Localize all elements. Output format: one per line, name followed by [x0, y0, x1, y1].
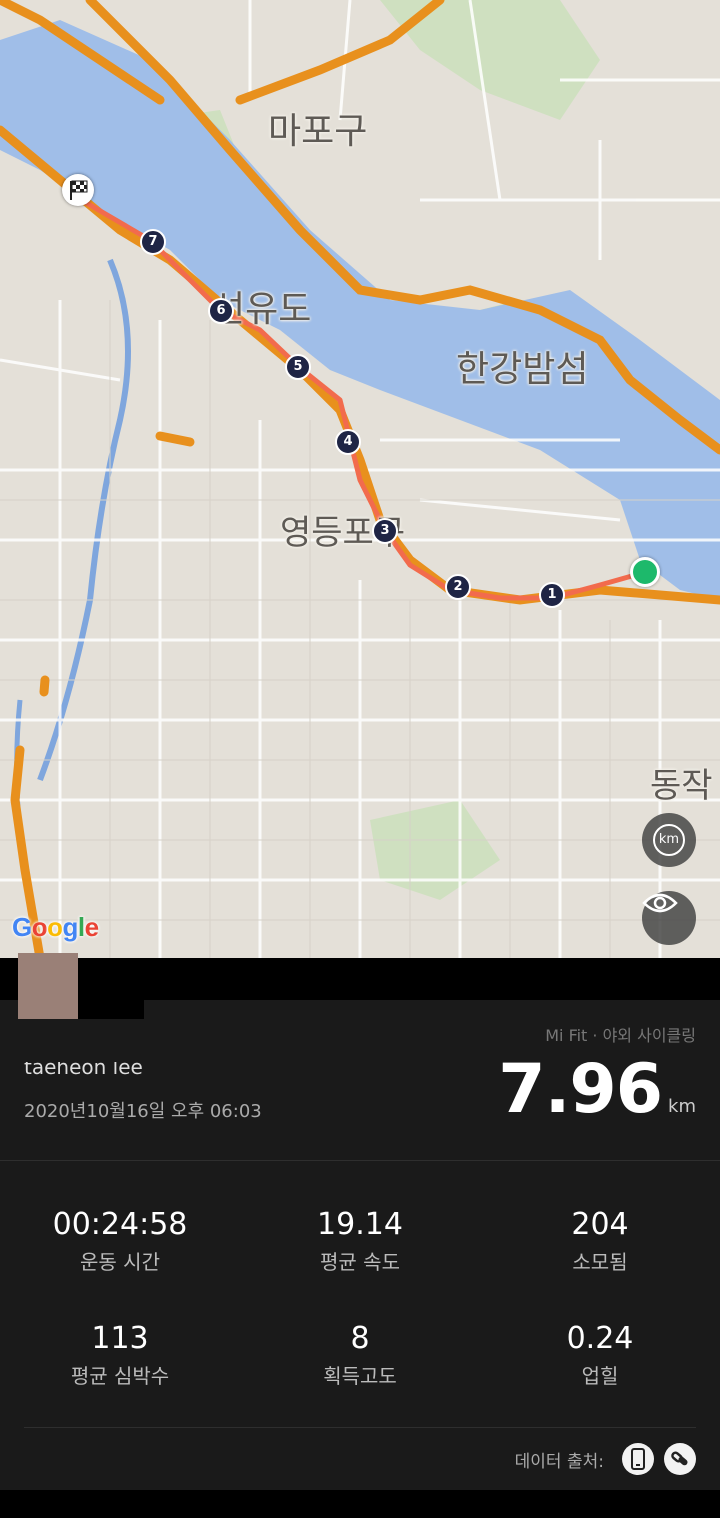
stat-value: 113	[91, 1321, 149, 1356]
eye-icon	[642, 893, 678, 913]
map-label-mapo: 마포구	[268, 111, 368, 152]
stat-avg-speed: 19.14 평균 속도	[240, 1207, 480, 1275]
stat-label: 소모됨	[572, 1250, 628, 1274]
view-toggle-button[interactable]	[642, 891, 696, 945]
stat-value: 19.14	[317, 1207, 403, 1242]
link-icon[interactable]	[664, 1443, 696, 1475]
map-view[interactable]: 마포구 선유도 한강밤섬 영등포구 동작 1 2 3 4 5 6 7 km Go…	[0, 0, 720, 958]
distance-unit: km	[668, 1096, 696, 1117]
activity-source: Mi Fit · 야외 사이클링	[545, 1026, 696, 1045]
stat-label: 업힐	[581, 1364, 619, 1388]
data-source-row: 데이터 출처:	[515, 1443, 696, 1475]
finish-flag-icon[interactable]	[62, 174, 94, 206]
route-marker-7[interactable]: 7	[140, 229, 166, 255]
route-marker-5[interactable]: 5	[285, 354, 311, 380]
route-marker-6[interactable]: 6	[208, 298, 234, 324]
map-label-hangang-bamseom: 한강밤섬	[456, 349, 589, 390]
divider	[0, 1160, 720, 1161]
stat-label: 획득고도	[323, 1364, 397, 1388]
km-icon: km	[653, 824, 685, 856]
stat-label: 평균 속도	[320, 1250, 400, 1274]
activity-datetime: 2020년10월16일 오후 06:03	[24, 1101, 262, 1122]
route-marker-3[interactable]: 3	[372, 518, 398, 544]
stat-elevation-gain: 8 획득고도	[240, 1321, 480, 1389]
stat-avg-heart-rate: 113 평균 심박수	[0, 1321, 240, 1389]
stat-value: 0.24	[566, 1321, 634, 1356]
stat-uphill: 0.24 업힐	[480, 1321, 720, 1389]
data-source-label: 데이터 출처:	[514, 1451, 604, 1472]
google-logo: Google	[12, 912, 99, 942]
route-marker-1[interactable]: 1	[539, 582, 565, 608]
km-toggle-button[interactable]: km	[642, 813, 696, 867]
avatar[interactable]	[18, 953, 78, 1019]
divider	[24, 1427, 696, 1428]
stat-value: 8	[350, 1321, 370, 1356]
stat-workout-time: 00:24:58 운동 시간	[0, 1207, 240, 1275]
stat-value: 204	[571, 1207, 629, 1242]
username: taeheon lee	[24, 1062, 143, 1079]
route-marker-2[interactable]: 2	[445, 574, 471, 600]
start-point-marker[interactable]	[630, 557, 660, 587]
stat-calories: 204 소모됨	[480, 1207, 720, 1275]
stat-label: 평균 심박수	[70, 1364, 170, 1388]
stat-value: 00:24:58	[52, 1207, 188, 1242]
route-marker-4[interactable]: 4	[335, 429, 361, 455]
map-label-dongjak: 동작	[650, 766, 713, 806]
distance-display: 7.96 km	[498, 1050, 696, 1129]
stat-label: 운동 시간	[80, 1250, 160, 1274]
distance-value: 7.96	[498, 1050, 663, 1129]
phone-icon[interactable]	[622, 1443, 654, 1475]
redaction-bar	[78, 958, 144, 1019]
